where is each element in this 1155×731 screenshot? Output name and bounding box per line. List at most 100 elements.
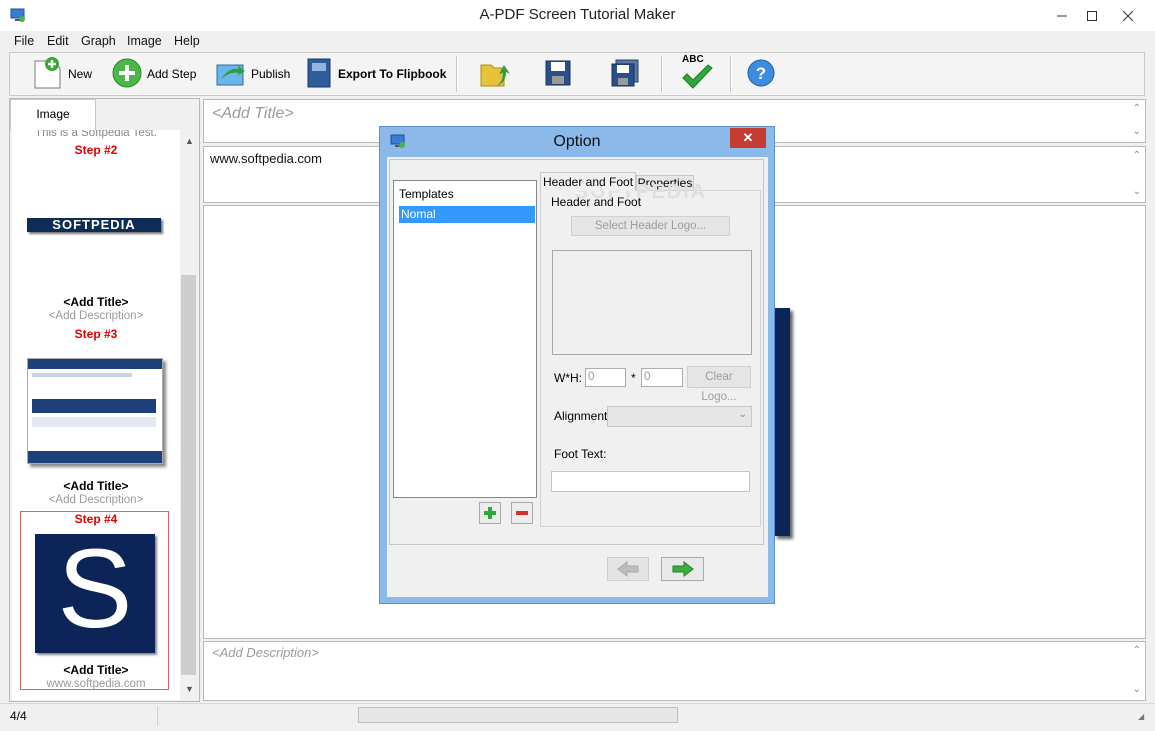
step-description[interactable]: <Add Description> [12,310,180,322]
minus-icon [516,511,528,515]
new-document-icon [32,56,64,93]
title-bar: A-PDF Screen Tutorial Maker [0,0,1155,32]
help-button[interactable]: ? [746,53,776,95]
thumbnail-letter: S [57,534,133,651]
export-flipbook-button[interactable]: Export To Flipbook [306,53,446,95]
chevron-down-icon[interactable]: ⌄ [1133,126,1141,137]
foot-text-label: Foot Text: [554,447,607,461]
new-button[interactable]: New [32,53,92,95]
spell-check-button[interactable]: ABC [680,53,714,95]
step-title[interactable]: <Add Title> [12,295,180,309]
plus-icon [484,507,496,519]
steps-scrollbar[interactable]: ▲ ▼ [180,130,197,700]
select-header-logo-button[interactable]: Select Header Logo... [571,216,730,236]
arrow-right-icon [672,561,694,577]
thumbnail-header [28,359,162,369]
maximize-icon[interactable] [1080,0,1104,31]
header-foot-tab-page: SOFTPEDIA Header and Foot Select Header … [540,181,761,527]
chevron-down-icon[interactable]: ⌄ [1133,186,1141,197]
menu-graph[interactable]: Graph [81,34,116,48]
step-thumbnail[interactable] [27,358,163,464]
close-icon[interactable] [1108,0,1148,31]
tab-header-and-foot[interactable]: Header and Foot [540,172,636,191]
width-input[interactable]: 0 [585,368,626,387]
chevron-up-icon[interactable]: ⌃ [1133,103,1141,114]
new-label: New [68,67,93,81]
dialog-close-button[interactable]: ✕ [730,128,766,148]
menu-help[interactable]: Help [174,34,200,48]
alignment-select[interactable]: ⌄ [607,406,752,427]
dialog-body: Templates Nomal Header and Foot Properti… [387,157,768,597]
canvas-image[interactable] [774,308,790,536]
title-placeholder: <Add Title> [212,105,294,122]
floppy-disk-icon [543,58,573,91]
step-description[interactable]: <Add Description> [12,494,180,506]
next-button[interactable] [661,557,704,581]
step-description[interactable]: www.softpedia.com [12,678,180,690]
step-name: Step #3 [74,327,118,341]
add-icon [111,57,143,92]
add-template-button[interactable] [479,502,501,524]
toolbar-separator [456,56,458,92]
arrow-left-icon [617,561,639,577]
remove-template-button[interactable] [511,502,533,524]
chevron-up-icon[interactable]: ⌃ [1133,645,1141,656]
chevron-up-icon[interactable]: ⌃ [1133,150,1141,161]
templates-list[interactable]: Templates Nomal [393,180,537,498]
status-bar: 4/4 ◢ [0,703,1155,731]
option-dialog: Option ✕ Templates Nomal Header and Foot… [379,126,775,604]
window-title: A-PDF Screen Tutorial Maker [479,6,676,23]
save-button[interactable] [543,53,573,95]
scroll-down-icon[interactable]: ▼ [185,684,194,694]
step-title[interactable]: <Add Title> [12,479,180,493]
book-icon [306,57,334,92]
save-as-button[interactable] [610,53,640,95]
horizontal-scrollbar[interactable] [358,707,678,723]
spell-check-label: ABC [682,54,704,65]
times-label: * [631,371,636,385]
description-scrollbar[interactable]: ⌃ ⌄ [1127,642,1145,700]
steps-panel: Image This is a Softpedia Test. Step #2 … [9,98,200,702]
foot-text-input[interactable] [551,471,750,492]
publish-button[interactable]: Publish [215,53,290,95]
help-icon: ? [746,58,776,91]
content-text: www.softpedia.com [210,151,322,166]
scroll-thumb[interactable] [181,275,196,675]
content-scrollbar[interactable]: ⌃ ⌄ [1127,147,1145,202]
resize-grip-icon[interactable]: ◢ [1138,712,1144,721]
step-name: Step #2 [74,143,118,157]
minimize-icon[interactable] [1050,0,1074,31]
step-title[interactable]: <Add Title> [12,663,180,677]
menu-image[interactable]: Image [127,34,162,48]
menu-edit[interactable]: Edit [47,34,69,48]
group-label: Header and Foot [551,195,642,209]
back-button[interactable] [607,557,649,581]
clear-logo-button[interactable]: Clear Logo... [687,366,751,403]
add-step-label: Add Step [147,67,197,81]
toolbar-separator [730,56,732,92]
tab-image[interactable]: Image [10,99,96,130]
title-scrollbar[interactable]: ⌃ ⌄ [1127,100,1145,142]
svg-text:?: ? [756,64,766,83]
description-editor[interactable]: <Add Description> ⌃ ⌄ [203,641,1146,701]
publish-label: Publish [251,67,291,81]
chevron-down-icon[interactable]: ⌄ [1133,684,1141,695]
dialog-content: Templates Nomal Header and Foot Properti… [389,159,764,545]
alignment-label: Alignment: [554,409,611,423]
steps-list: This is a Softpedia Test. Step #2 SOFTPE… [12,130,180,700]
template-item[interactable]: Nomal [399,206,535,223]
softpedia-logo[interactable]: SOFTPEDIA [27,218,161,232]
toolbar: New Add Step Publish Export To Flipbook [9,52,1145,96]
status-divider [157,706,158,726]
menu-file[interactable]: File [14,34,34,48]
scroll-up-icon[interactable]: ▲ [185,136,194,146]
add-step-button[interactable]: Add Step [111,53,196,95]
logo-preview [552,250,752,355]
height-input[interactable]: 0 [641,368,683,387]
wh-label: W*H: [554,371,582,385]
step-thumbnail-s[interactable]: S [35,534,155,653]
checkmark-icon [680,63,714,95]
open-button[interactable] [478,53,512,95]
export-label: Export To Flipbook [338,67,447,81]
chevron-down-icon: ⌄ [738,409,747,420]
